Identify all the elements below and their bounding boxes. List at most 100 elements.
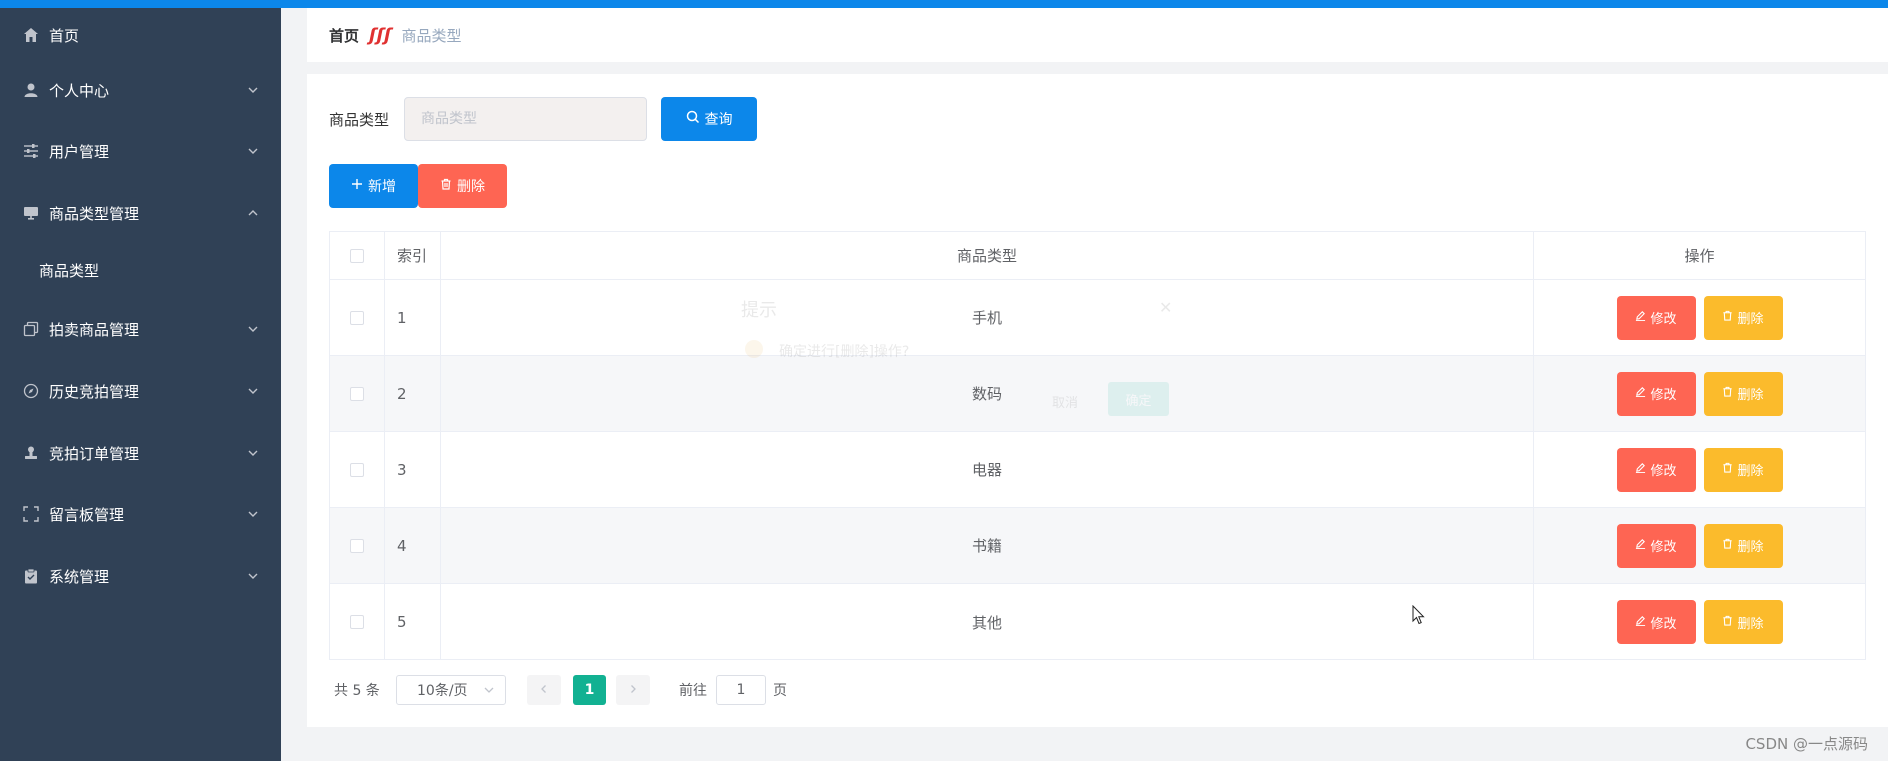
goto-label: 前往 (679, 683, 707, 699)
edit-icon (1635, 310, 1646, 325)
edit-button[interactable]: 修改 (1616, 523, 1696, 568)
row-ops: 修改 删除 (1534, 584, 1865, 660)
trash-icon (440, 178, 452, 194)
sidebar-item-goods-type-mgmt[interactable]: 商品类型管理 (0, 188, 281, 238)
trash-icon (1722, 310, 1733, 325)
chevron-down-icon (247, 568, 259, 586)
batch-delete-label: 删除 (457, 179, 485, 195)
chevron-down-icon (247, 445, 259, 463)
breadcrumb-home[interactable]: 首页 (329, 25, 359, 46)
table-row: 5 其他 修改 删除 (330, 584, 1865, 660)
edit-label: 修改 (1650, 312, 1677, 327)
sliders-icon (21, 141, 41, 161)
sidebar-item-label: 系统管理 (49, 567, 110, 586)
sidebar-item-system[interactable]: 系统管理 (0, 551, 281, 601)
query-button-label: 查询 (704, 112, 733, 128)
sidebar-item-label: 历史竞拍管理 (49, 382, 140, 401)
chevron-down-icon (247, 82, 259, 100)
delete-button[interactable]: 删除 (1703, 600, 1783, 644)
watermark: CSDN @一点源码 (1745, 735, 1868, 753)
sidebar-item-message-board[interactable]: 留言板管理 (0, 489, 281, 539)
top-accent-bar (0, 0, 1888, 8)
batch-delete-button[interactable]: 删除 (418, 164, 507, 208)
row-type: 电器 (441, 432, 1534, 507)
edit-button[interactable]: 修改 (1616, 447, 1696, 492)
goto-suffix: 页 (773, 683, 787, 699)
delete-button[interactable]: 删除 (1703, 447, 1783, 492)
table-row: 4 书籍 修改 删除 (330, 508, 1865, 584)
row-ops: 修改 删除 (1534, 356, 1865, 431)
row-check-cell (330, 584, 385, 660)
query-button[interactable]: 查询 (661, 97, 757, 141)
table-header-row: 索引 商品类型 操作 (330, 232, 1865, 280)
sidebar-item-label: 竞拍订单管理 (49, 444, 140, 463)
sidebar-item-home[interactable]: 首页 (0, 10, 281, 60)
row-type: 其他 (441, 584, 1534, 660)
edit-label: 修改 (1650, 388, 1677, 403)
plus-icon (351, 178, 363, 194)
page-size-select[interactable]: 10条/页 (396, 675, 506, 705)
delete-button[interactable]: 删除 (1703, 371, 1783, 416)
breadcrumb-separator: ʃʃʃ (369, 24, 392, 46)
edit-label: 修改 (1650, 616, 1677, 632)
sidebar-item-auction-orders[interactable]: 竞拍订单管理 (0, 428, 281, 478)
home-icon (21, 25, 41, 45)
chevron-right-icon (628, 682, 638, 698)
page-size-value: 10条/页 (417, 683, 468, 699)
edit-icon (1635, 615, 1646, 630)
prev-page-button[interactable] (527, 675, 561, 705)
breadcrumb-current: 商品类型 (401, 26, 462, 45)
search-input[interactable] (404, 97, 647, 141)
edit-button[interactable]: 修改 (1616, 600, 1696, 644)
goods-type-table: 索引 商品类型 操作 1 手机 修改 删除 2 数码 修改 删除 3 电器 修改… (329, 231, 1866, 660)
chevron-down-icon (247, 321, 259, 339)
stamp-icon (21, 443, 41, 463)
row-ops: 修改 删除 (1534, 280, 1865, 355)
trash-icon (1722, 386, 1733, 401)
select-all-checkbox[interactable] (350, 248, 364, 263)
trash-icon (1722, 462, 1733, 477)
row-check-cell (330, 432, 385, 507)
row-ops: 修改 删除 (1534, 508, 1865, 583)
sidebar-item-auction-goods[interactable]: 拍卖商品管理 (0, 304, 281, 354)
fullscreen-icon (21, 504, 41, 524)
row-index: 5 (385, 584, 441, 660)
sidebar-item-label: 留言板管理 (49, 505, 125, 524)
sidebar-item-profile[interactable]: 个人中心 (0, 65, 281, 115)
row-checkbox[interactable] (350, 310, 364, 325)
sidebar-item-label: 商品类型 (39, 261, 100, 280)
row-checkbox[interactable] (350, 538, 364, 553)
delete-button[interactable]: 删除 (1703, 523, 1783, 568)
goto-page-input[interactable] (716, 675, 766, 705)
chevron-up-icon (247, 205, 259, 223)
page-number-current[interactable]: 1 (573, 675, 606, 705)
search-icon (686, 110, 700, 128)
main-content: 商品类型 查询 新增 删除 索引 商品类型 操作 1 手机 修改 (307, 74, 1888, 727)
sidebar-subitem-goods-type[interactable]: 商品类型 (0, 245, 281, 295)
chevron-down-icon (247, 143, 259, 161)
breadcrumb: 首页 ʃʃʃ 商品类型 (307, 8, 1888, 62)
next-page-button[interactable] (616, 675, 650, 705)
delete-label: 删除 (1737, 388, 1764, 403)
header-select-all (330, 232, 385, 279)
delete-button[interactable]: 删除 (1703, 295, 1783, 340)
table-row: 1 手机 修改 删除 (330, 280, 1865, 356)
sidebar-item-users[interactable]: 用户管理 (0, 126, 281, 176)
edit-button[interactable]: 修改 (1616, 371, 1696, 416)
row-ops: 修改 删除 (1534, 432, 1865, 507)
row-checkbox[interactable] (350, 386, 364, 401)
delete-label: 删除 (1737, 540, 1764, 555)
row-checkbox[interactable] (350, 615, 364, 629)
edit-button[interactable]: 修改 (1616, 295, 1696, 340)
mouse-cursor-icon (1412, 604, 1426, 629)
row-type: 数码 (441, 356, 1534, 431)
trash-icon (1722, 615, 1733, 630)
row-type: 手机 (441, 280, 1534, 355)
compass-icon (21, 381, 41, 401)
delete-label: 删除 (1737, 312, 1764, 327)
add-button[interactable]: 新增 (329, 164, 418, 208)
sidebar-item-auction-history[interactable]: 历史竞拍管理 (0, 366, 281, 416)
row-checkbox[interactable] (350, 462, 364, 477)
table-row: 2 数码 修改 删除 (330, 356, 1865, 432)
chevron-down-icon (247, 506, 259, 524)
